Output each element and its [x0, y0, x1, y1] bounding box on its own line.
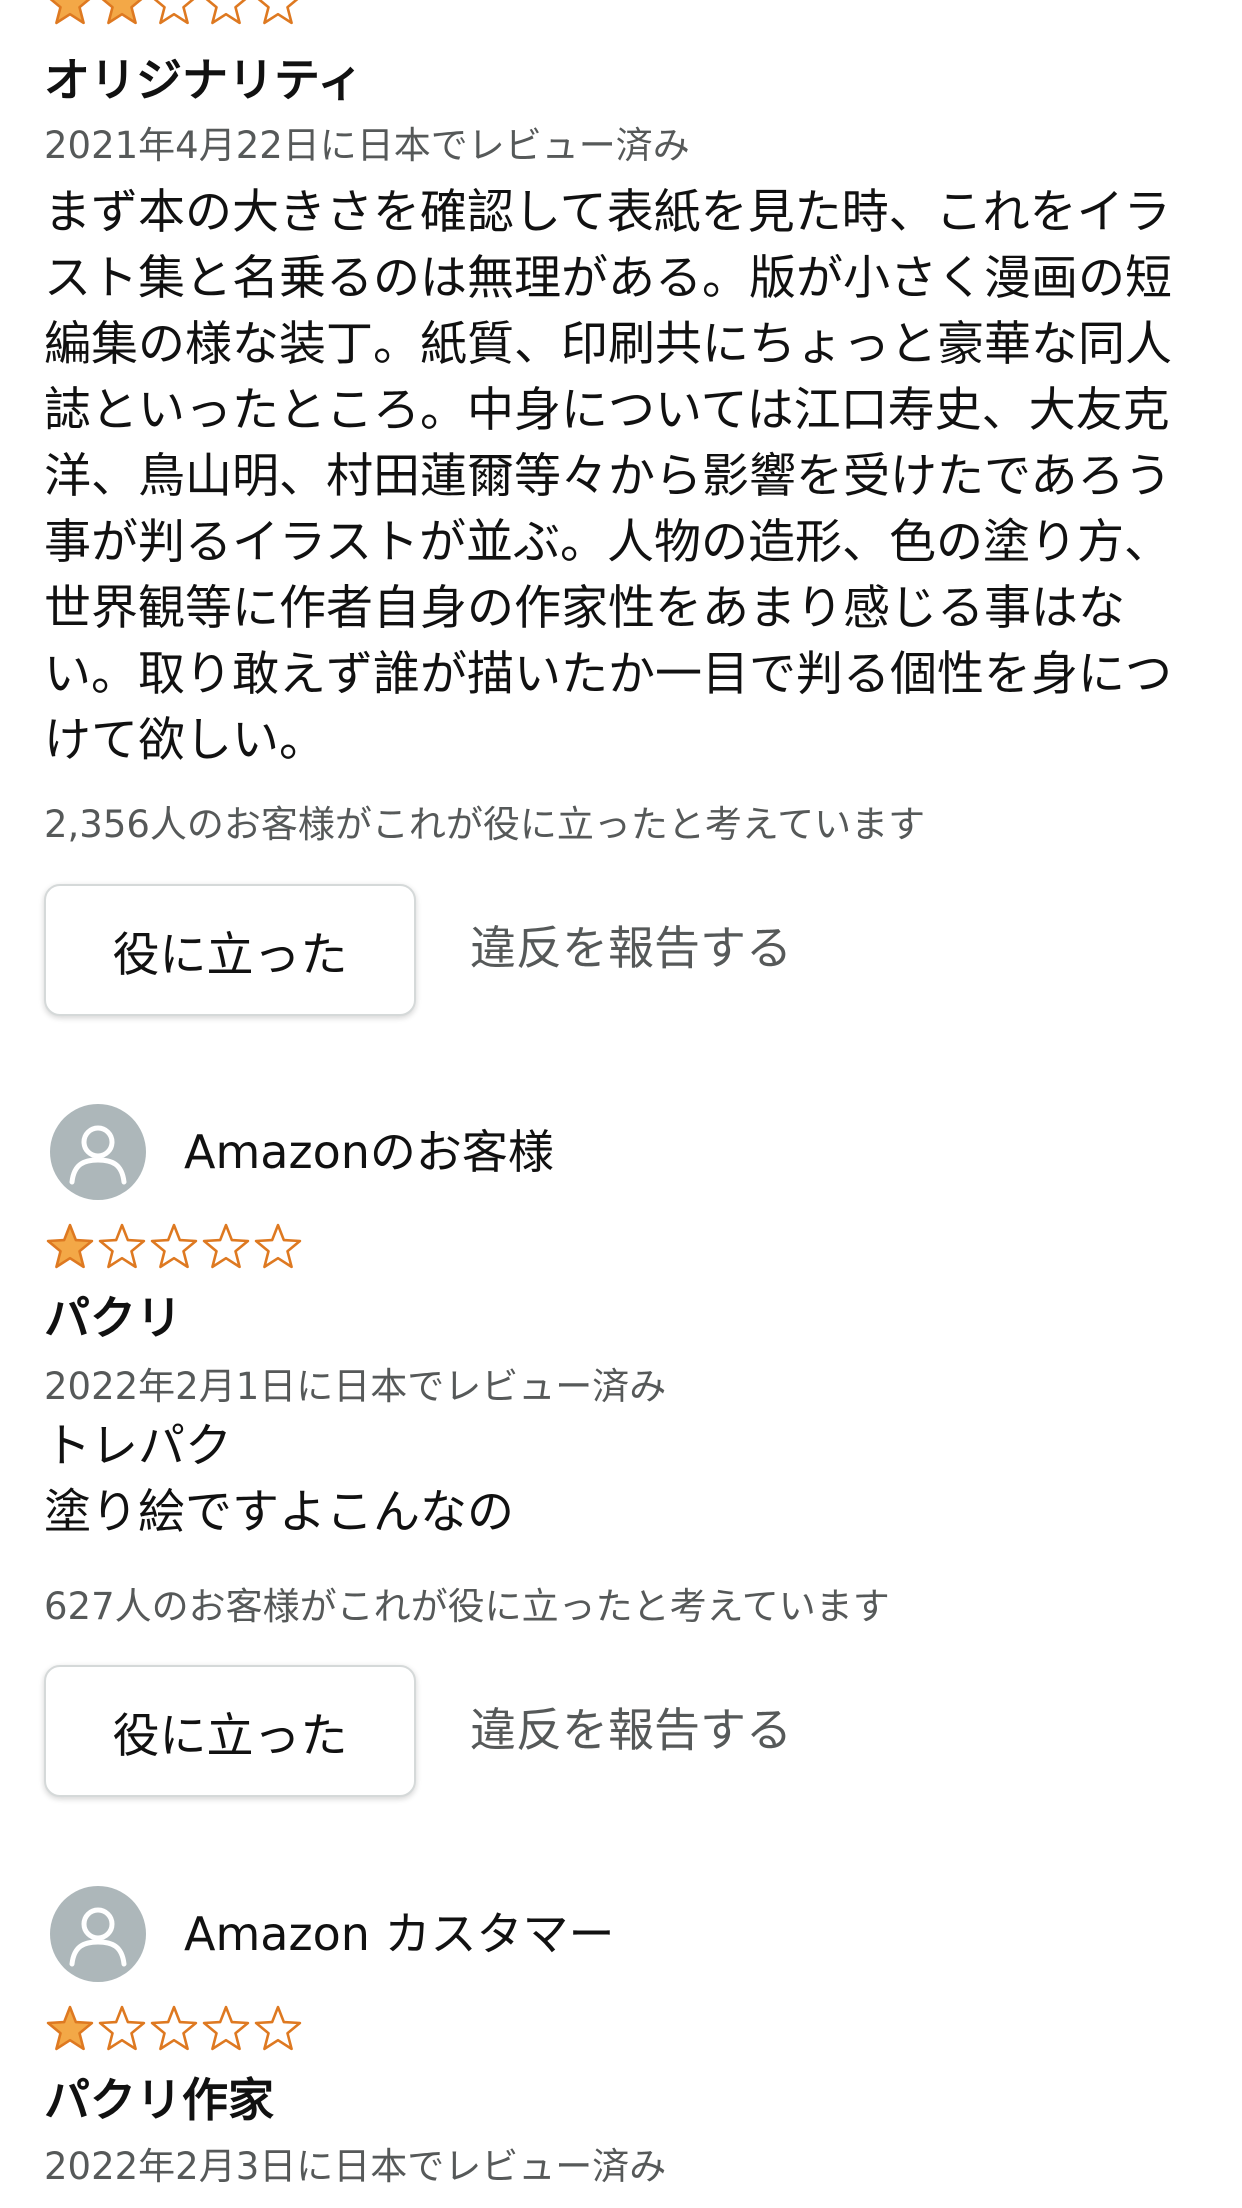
review-title: パクリ	[44, 1291, 182, 1345]
report-abuse-link[interactable]: 違反を報告する	[470, 1700, 792, 1760]
user-silhouette-icon	[69, 1125, 127, 1185]
review-body: トレパク塗り絵ですよこんなの	[44, 1414, 1214, 1546]
star-empty-icon	[205, 0, 247, 25]
review-body: まず本の大きさを確認して表紙を見た時、これをイラ スト集と名乗るのは無理がある。版…	[44, 180, 1214, 774]
review-body-line: 編集の様な装丁。紙質、印刷共にちょっと豪華な同人	[44, 317, 1172, 372]
star-empty-icon	[98, 1223, 146, 1269]
reviewer-name[interactable]: Amazonのお客様	[184, 1122, 554, 1182]
reviewer-name[interactable]: Amazon カスタマー	[184, 1904, 615, 1964]
review-date: 2022年2月1日に日本でレビュー済み	[44, 1365, 667, 1408]
review-body-line: 誌といったところ。中身については江口寿史、大友克	[44, 383, 1170, 438]
review-body-line: 塗り絵ですよこんなの	[44, 1485, 514, 1540]
review-body-line: 洋、鳥山明、村田蓮爾等々から影響を受けたであろう	[44, 449, 1172, 504]
star-filled-icon	[49, 0, 91, 25]
star-rating	[44, 0, 304, 26]
review-body-line: まず本の大きさを確認して表紙を見た時、これをイラ	[44, 185, 1171, 240]
star-filled-icon	[46, 1223, 94, 1269]
review-body-line: い。取り敢えず誰が描いたか一目で判る個性を身につ	[44, 647, 1172, 702]
review-title: パクリ作家	[44, 2073, 274, 2127]
star-empty-icon	[153, 0, 195, 25]
star-rating	[44, 1222, 304, 1270]
helpful-count: 627人のお客様がこれが役に立ったと考えています	[44, 1585, 890, 1628]
star-empty-icon	[254, 2005, 302, 2051]
star-empty-icon	[254, 1223, 302, 1269]
star-rating	[44, 2004, 304, 2052]
star-empty-icon	[202, 1223, 250, 1269]
review-date: 2022年2月3日に日本でレビュー済み	[44, 2145, 667, 2188]
star-filled-icon	[46, 2005, 94, 2051]
helpful-button[interactable]: 役に立った	[44, 1665, 416, 1797]
review-title: オリジナリティ	[44, 53, 364, 107]
report-abuse-link[interactable]: 違反を報告する	[470, 918, 792, 978]
star-empty-icon	[202, 2005, 250, 2051]
review-body-line: 事が判るイラストが並ぶ。人物の造形、色の塗り方、	[44, 515, 1172, 570]
review-body-line: けて欲しい。	[44, 713, 326, 768]
star-empty-icon	[98, 2005, 146, 2051]
review-body-line: トレパク	[44, 1419, 232, 1474]
avatar	[50, 1886, 146, 1982]
star-empty-icon	[150, 1223, 198, 1269]
user-silhouette-icon	[69, 1907, 127, 1967]
review-body-line: スト集と名乗るのは無理がある。版が小さく漫画の短	[44, 251, 1172, 306]
review-date: 2021年4月22日に日本でレビュー済み	[44, 124, 690, 167]
star-empty-icon	[257, 0, 299, 25]
helpful-count: 2,356人のお客様がこれが役に立ったと考えています	[44, 803, 926, 846]
star-filled-icon	[101, 0, 143, 25]
star-empty-icon	[150, 2005, 198, 2051]
helpful-button[interactable]: 役に立った	[44, 884, 416, 1016]
avatar	[50, 1104, 146, 1200]
review-body-line: 世界観等に作者自身の作家性をあまり感じる事はな	[44, 581, 1125, 636]
